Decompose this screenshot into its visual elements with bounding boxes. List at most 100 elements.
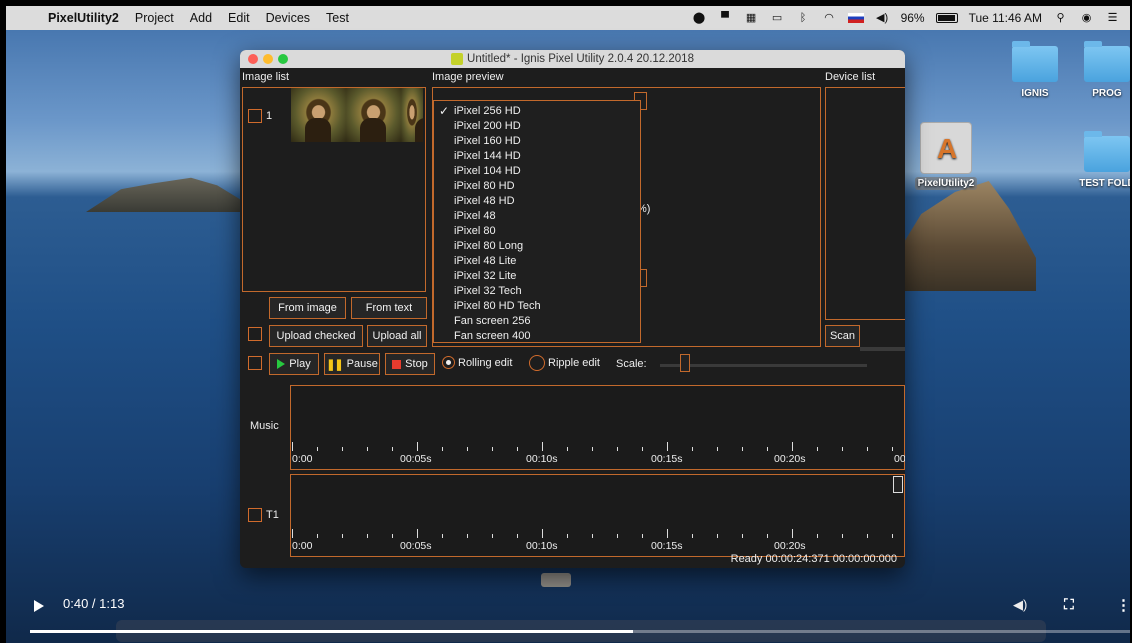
ripple-edit-radio[interactable]: Ripple edit xyxy=(529,355,600,371)
airplay-icon[interactable]: ▭ xyxy=(770,12,785,25)
desktop-folder-prog[interactable]: PROG xyxy=(1072,41,1130,99)
desktop-folder-ignis[interactable]: IGNIS xyxy=(1000,41,1070,99)
app-window: Untitled* - Ignis Pixel Utility 2.0.4 20… xyxy=(240,50,905,568)
timeline-tick xyxy=(892,447,893,451)
zoom-window-button[interactable] xyxy=(278,54,288,64)
track-vertical-scroll-thumb[interactable] xyxy=(893,476,903,493)
timeline-tick xyxy=(742,447,743,451)
device-option[interactable]: iPixel 80 xyxy=(434,224,640,239)
timeline-tick xyxy=(867,534,868,538)
device-option[interactable]: iPixel 80 Long xyxy=(434,239,640,254)
timeline-tick xyxy=(492,447,493,451)
playback-row-checkbox[interactable] xyxy=(248,356,262,370)
minimize-window-button[interactable] xyxy=(263,54,273,64)
desktop-folder-test[interactable]: TEST FOLD xyxy=(1072,131,1130,189)
device-type-dropdown-menu[interactable]: iPixel 256 HDiPixel 200 HDiPixel 160 HDi… xyxy=(433,100,641,343)
device-option[interactable]: Fan screen 256 xyxy=(434,314,640,329)
device-option[interactable]: iPixel 80 HD xyxy=(434,179,640,194)
menu-test[interactable]: Test xyxy=(318,11,357,25)
video-more-options-icon[interactable]: ⋮ xyxy=(1116,596,1130,614)
scale-slider-track[interactable] xyxy=(660,364,867,367)
music-timeline-ruler xyxy=(291,441,904,451)
upload-all-button[interactable]: Upload all xyxy=(367,325,427,347)
video-volume-icon[interactable]: ◀) xyxy=(1013,597,1027,613)
timeline-tick xyxy=(642,447,643,451)
device-option[interactable]: iPixel 32 Tech xyxy=(434,284,640,299)
wallpaper-island-left xyxy=(86,177,261,212)
timeline-tick xyxy=(767,534,768,538)
scan-button[interactable]: Scan xyxy=(825,325,860,347)
device-list-label: Device list xyxy=(825,71,876,83)
track-t1-checkbox[interactable] xyxy=(248,508,262,522)
timeline-tick xyxy=(567,447,568,451)
menu-app-name[interactable]: PixelUtility2 xyxy=(40,11,127,25)
image-thumbnail[interactable] xyxy=(291,88,423,142)
scale-label: Scale: xyxy=(616,358,647,370)
music-timeline[interactable]: 0:00 00:05s 00:10s 00:15s 00:20s 00 xyxy=(290,385,905,470)
thumbnail-frame-1 xyxy=(291,88,346,142)
music-time-label: 00:15s xyxy=(651,453,683,465)
video-fullscreen-icon[interactable]: ⛶ xyxy=(1064,596,1074,613)
timeline-tick xyxy=(817,534,818,538)
from-text-button[interactable]: From text xyxy=(351,297,427,319)
timeline-tick xyxy=(792,529,793,538)
menu-edit[interactable]: Edit xyxy=(220,11,258,25)
timeline-tick xyxy=(517,447,518,451)
device-option[interactable]: iPixel 256 HD xyxy=(434,104,640,119)
bluetooth-icon[interactable]: ᛒ xyxy=(796,12,811,25)
menubar-clock[interactable]: Tue 11:46 AM xyxy=(969,11,1042,25)
select-all-images-checkbox[interactable] xyxy=(248,327,262,341)
spotlight-search-icon[interactable]: ⚲ xyxy=(1053,12,1068,25)
timeline-tick xyxy=(517,534,518,538)
upload-checked-button[interactable]: Upload checked xyxy=(269,325,363,347)
rolling-edit-radio[interactable]: Rolling edit xyxy=(442,356,512,369)
device-option[interactable]: iPixel 80 HD Tech xyxy=(434,299,640,314)
wifi-icon[interactable]: ◠ xyxy=(822,12,837,25)
desktop-icon-label: PixelUtility2 xyxy=(914,177,978,190)
device-option[interactable]: iPixel 48 xyxy=(434,209,640,224)
track-t1-timeline[interactable]: 0:00 00:05s 00:10s 00:15s 00:20s xyxy=(290,474,905,557)
thumbnail-frame-2 xyxy=(346,88,401,142)
video-progress-bar[interactable] xyxy=(30,630,1130,633)
pause-button[interactable]: ❚❚ Pause xyxy=(324,353,380,375)
volume-icon[interactable]: ◀) xyxy=(875,12,890,25)
battery-icon[interactable] xyxy=(935,13,958,23)
timeline-tick xyxy=(642,534,643,538)
menu-devices[interactable]: Devices xyxy=(258,11,318,25)
from-image-button[interactable]: From image xyxy=(269,297,346,319)
device-option[interactable]: Fan screen 400 xyxy=(434,329,640,344)
image-list-panel[interactable]: 1 xyxy=(242,87,426,292)
record-icon[interactable]: ⬤ xyxy=(692,12,707,25)
image-row-checkbox[interactable] xyxy=(248,109,262,123)
timeline-tick xyxy=(892,534,893,538)
control-list-icon[interactable]: ☰ xyxy=(1105,12,1120,25)
desktop-app-pixelutility2[interactable]: PixelUtility2 xyxy=(911,122,981,190)
play-button[interactable]: Play xyxy=(269,353,319,375)
siri-icon[interactable]: ◉ xyxy=(1079,12,1094,25)
input-source-flag-icon[interactable] xyxy=(847,13,864,23)
music-time-label: 00:20s xyxy=(774,453,806,465)
video-play-icon[interactable] xyxy=(34,600,44,612)
device-option[interactable]: iPixel 144 HD xyxy=(434,149,640,164)
device-option[interactable]: iPixel 200 HD xyxy=(434,119,640,134)
scale-slider-thumb[interactable] xyxy=(680,354,690,372)
desktop-icon-label: PROG xyxy=(1092,88,1122,99)
stop-button[interactable]: Stop xyxy=(385,353,435,375)
timeline-tick xyxy=(692,447,693,451)
close-window-button[interactable] xyxy=(248,54,258,64)
menu-add[interactable]: Add xyxy=(182,11,220,25)
device-panel-scrollbar[interactable] xyxy=(860,347,905,351)
device-option[interactable]: iPixel 32 Lite xyxy=(434,269,640,284)
timeline-tick xyxy=(542,442,543,451)
presenter-icon[interactable]: ▀ xyxy=(718,12,733,25)
menubar-status-area: ⬤ ▀ ▦ ▭ ᛒ ◠ ◀) 96% Tue 11:46 AM ⚲ ◉ ☰ xyxy=(692,11,1130,25)
device-list-panel[interactable] xyxy=(825,87,905,320)
track-time-label: 00:15s xyxy=(651,540,683,552)
menu-project[interactable]: Project xyxy=(127,11,182,25)
window-titlebar[interactable]: Untitled* - Ignis Pixel Utility 2.0.4 20… xyxy=(240,50,905,68)
device-option[interactable]: iPixel 104 HD xyxy=(434,164,640,179)
device-option[interactable]: iPixel 48 Lite xyxy=(434,254,640,269)
device-option[interactable]: iPixel 160 HD xyxy=(434,134,640,149)
keyboard-icon[interactable]: ▦ xyxy=(744,12,759,25)
device-option[interactable]: iPixel 48 HD xyxy=(434,194,640,209)
